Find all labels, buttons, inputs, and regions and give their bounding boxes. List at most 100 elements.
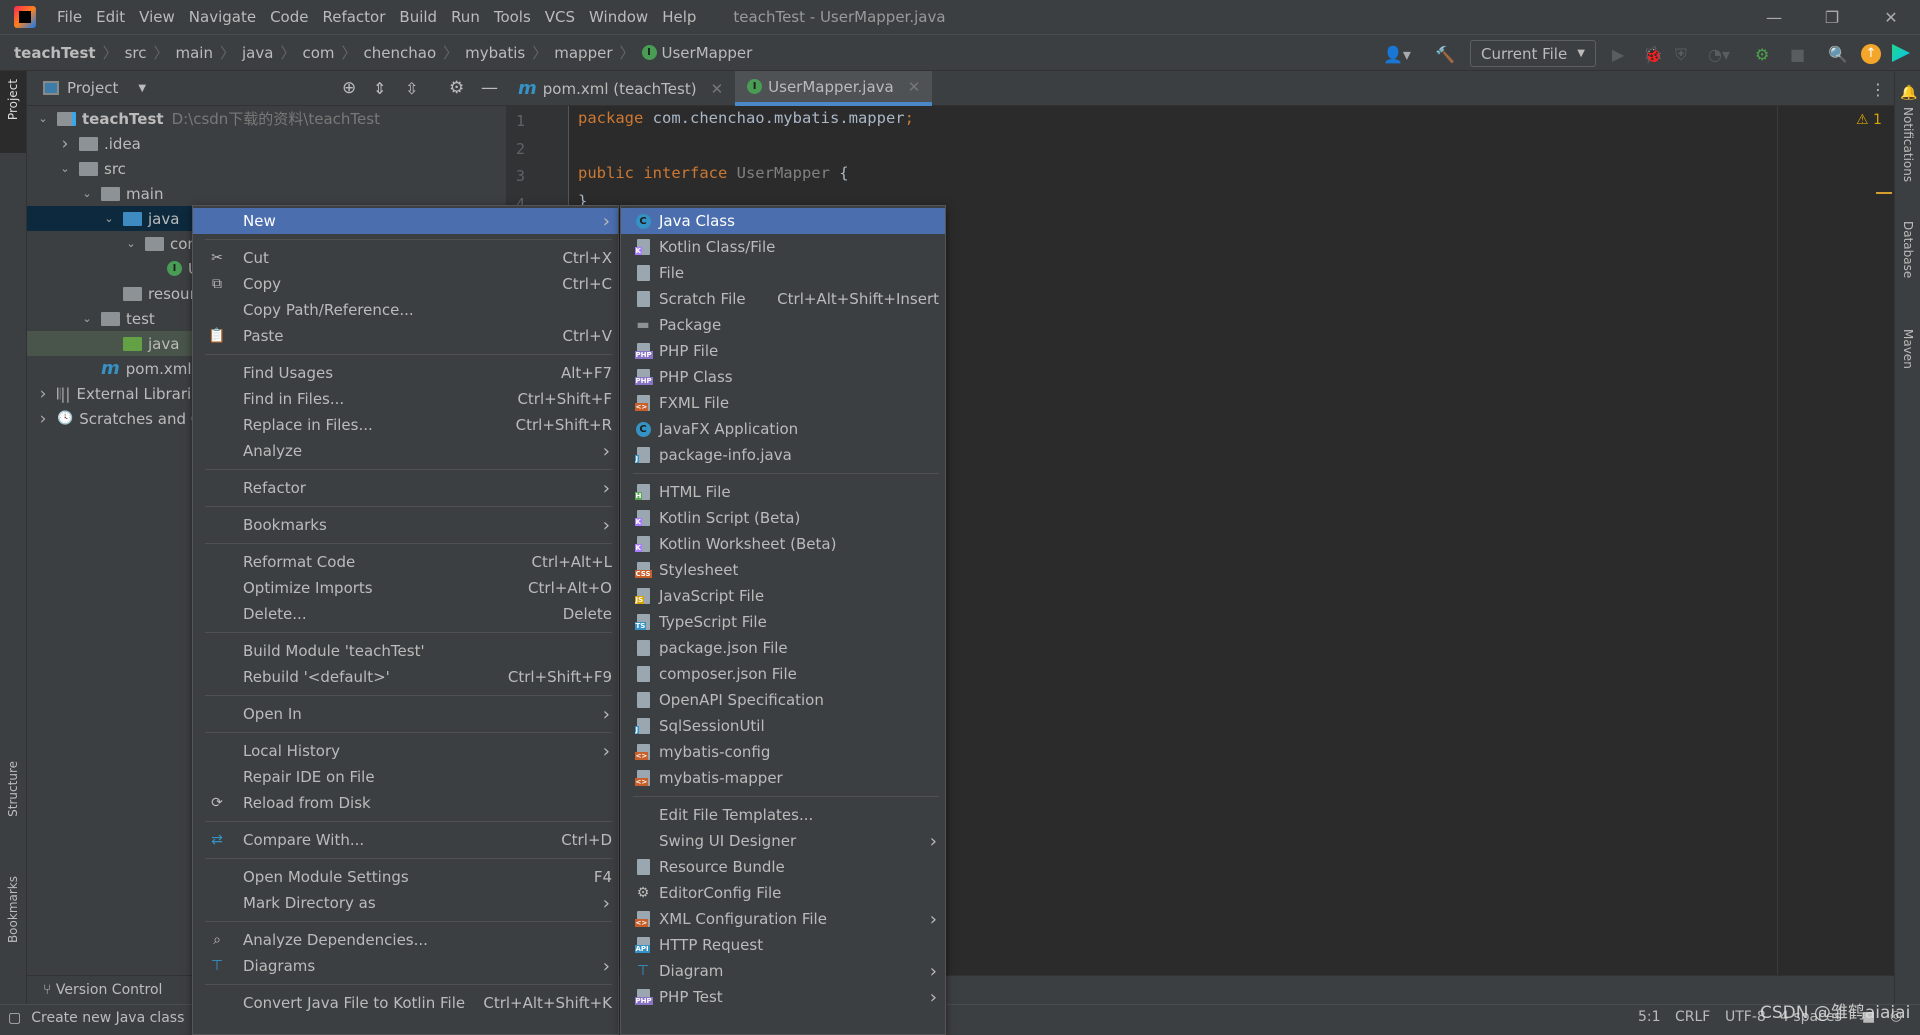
database-tool-button[interactable]: Database [1901,221,1915,278]
menu-item-replace-in-files[interactable]: Replace in Files... Ctrl+Shift+R [193,412,618,438]
menu-item-edit-file-templates[interactable]: Edit File Templates... [621,802,945,828]
menu-item-rebuild-default[interactable]: Rebuild '<default>' Ctrl+Shift+F9 [193,664,618,690]
menu-item-package[interactable]: ▬ Package [621,312,945,338]
debug-icon[interactable]: 🐞 [1643,45,1663,64]
menu-build[interactable]: Build [392,8,444,26]
maven-tool-button[interactable]: Maven [1901,329,1915,369]
menu-item-open-in[interactable]: Open In › [193,701,618,727]
menu-item-mybatis-mapper[interactable]: <> mybatis-mapper [621,765,945,791]
chevron-right-icon[interactable]: › [57,134,73,154]
breadcrumb-usermapper[interactable]: UserMapper [662,44,753,62]
menu-item-package-info-java[interactable]: Jpackage-info.java [621,442,945,468]
minimize-button[interactable]: — [1745,0,1803,35]
menu-item-resource-bundle[interactable]: Resource Bundle [621,854,945,880]
breadcrumb-main[interactable]: main [176,44,213,62]
menu-item-php-file[interactable]: PHP PHP File [621,338,945,364]
chevron-down-icon[interactable]: ⌄ [123,237,139,250]
menu-item-fxml-file[interactable]: <> FXML File [621,390,945,416]
menu-item-find-usages[interactable]: Find Usages Alt+F7 [193,360,618,386]
menu-item-reload-from-disk[interactable]: ⟳ Reload from Disk [193,790,618,816]
menu-item-html-file[interactable]: H HTML File [621,479,945,505]
chevron-right-icon[interactable]: › [35,409,51,429]
warning-stripe-mark[interactable] [1876,192,1892,194]
menu-tools[interactable]: Tools [487,8,538,26]
menu-item-kotlin-class-file[interactable]: K Kotlin Class/File [621,234,945,260]
breadcrumb-chenchao[interactable]: chenchao [364,44,437,62]
breadcrumb-src[interactable]: src [125,44,147,62]
hide-icon[interactable]: — [481,78,498,98]
structure-tool-button[interactable]: Structure [6,761,20,817]
menu-item-build-module-teachtest[interactable]: Build Module 'teachTest' [193,638,618,664]
menu-item-delete[interactable]: Delete... Delete [193,601,618,627]
caret-position[interactable]: 5:1 [1638,1009,1661,1025]
menu-item-analyze[interactable]: Analyze › [193,438,618,464]
chevron-down-icon[interactable]: ⌄ [79,187,95,200]
menu-item-javafx-application[interactable]: C JavaFX Application [621,416,945,442]
project-tool-button[interactable]: Project [6,79,20,120]
menu-item-package-json-file[interactable]: package.json File [621,635,945,661]
chevron-down-icon[interactable]: ⌄ [57,162,73,175]
menu-item-editorconfig-file[interactable]: ⚙ EditorConfig File [621,880,945,906]
menu-item-analyze-dependencies[interactable]: ⌕ Analyze Dependencies... [193,927,618,953]
chevron-down-icon[interactable]: ⌄ [79,312,95,325]
menu-item-find-in-files[interactable]: Find in Files... Ctrl+Shift+F [193,386,618,412]
menu-navigate[interactable]: Navigate [182,8,263,26]
menu-file[interactable]: File [50,8,89,26]
bookmarks-tool-button[interactable]: Bookmarks [6,876,20,943]
menu-item-swing-ui-designer[interactable]: Swing UI Designer › [621,828,945,854]
menu-item-copy-path-reference[interactable]: Copy Path/Reference... [193,297,618,323]
user-icon[interactable]: 👤▾ [1383,45,1411,64]
profile-icon[interactable]: ◔▾ [1708,45,1730,64]
chevron-down-icon[interactable]: ⌄ [35,112,51,125]
close-window-button[interactable]: ✕ [1862,0,1920,35]
menu-item-kotlin-script-beta[interactable]: K Kotlin Script (Beta) [621,505,945,531]
menu-item-reformat-code[interactable]: Reformat Code Ctrl+Alt+L [193,549,618,575]
menu-item-mybatis-config[interactable]: <> mybatis-config [621,739,945,765]
menu-item-diagrams[interactable]: ⊤ Diagrams › [193,953,618,979]
menu-item-scratch-file[interactable]: Scratch File Ctrl+Alt+Shift+Insert [621,286,945,312]
coverage-icon[interactable]: ⛨ [1675,45,1687,65]
menu-item-java-class[interactable]: C Java Class [621,208,945,234]
menu-item-compare-with[interactable]: ⇄ Compare With... Ctrl+D [193,827,618,853]
close-tab-icon[interactable]: ✕ [711,80,724,98]
menu-item-open-module-settings[interactable]: Open Module Settings F4 [193,864,618,890]
attach-debugger-icon[interactable]: ⚙ [1755,45,1769,64]
notifications-tool-button[interactable]: Notifications [1901,107,1915,182]
menu-item-repair-ide-on-file[interactable]: Repair IDE on File [193,764,618,790]
run-icon[interactable]: ▶ [1612,45,1624,64]
breadcrumb-mybatis[interactable]: mybatis [465,44,525,62]
menu-item-optimize-imports[interactable]: Optimize Imports Ctrl+Alt+O [193,575,618,601]
gear-icon[interactable]: ⚙ [449,78,464,98]
menu-item-diagram[interactable]: ⊤ Diagram › [621,958,945,984]
menu-item-xml-configuration-file[interactable]: <> XML Configuration File › [621,906,945,932]
more-options-icon[interactable]: ⋮ [1870,80,1886,99]
tree-item[interactable]: › .idea [27,131,506,156]
menu-item-mark-directory-as[interactable]: Mark Directory as › [193,890,618,916]
breadcrumb-com[interactable]: com [302,44,334,62]
menu-item-bookmarks[interactable]: Bookmarks › [193,512,618,538]
menu-item-php-test[interactable]: PHP PHP Test › [621,984,945,1010]
menu-item-cut[interactable]: ✂ Cut Ctrl+X [193,245,618,271]
menu-code[interactable]: Code [263,8,315,26]
chevron-down-icon[interactable]: ▼ [138,83,146,94]
chevron-right-icon[interactable]: › [35,384,51,404]
menu-item-kotlin-worksheet-beta[interactable]: K Kotlin Worksheet (Beta) [621,531,945,557]
run-configuration-select[interactable]: Current File ▼ [1470,40,1596,67]
menu-item-php-class[interactable]: PHP PHP Class [621,364,945,390]
tab-pom-xml-teachtest-[interactable]: m pom.xml (teachTest) ✕ [506,71,735,106]
menu-item-new[interactable]: New › [193,208,618,234]
tree-item[interactable]: ⌄ teachTest D:\csdn下载的资料\teachTest [27,106,506,131]
menu-item-http-request[interactable]: API HTTP Request [621,932,945,958]
tab-usermapper-java[interactable]: I UserMapper.java ✕ [735,71,933,106]
search-icon[interactable]: 🔍 [1828,45,1848,64]
menu-vcs[interactable]: VCS [538,8,582,26]
menu-item-stylesheet[interactable]: CSS Stylesheet [621,557,945,583]
menu-item-local-history[interactable]: Local History › [193,738,618,764]
close-tab-icon[interactable]: ✕ [908,78,921,96]
warning-indicator[interactable]: ⚠ 1 [1856,112,1882,128]
line-separator[interactable]: CRLF [1675,1009,1710,1025]
menu-item-openapi-specification[interactable]: OpenAPI Specification [621,687,945,713]
version-control-button[interactable]: ⑂ Version Control [43,982,162,998]
menu-item-paste[interactable]: 📋 Paste Ctrl+V [193,323,618,349]
menu-item-convert-java-file-to-kotlin-file[interactable]: Convert Java File to Kotlin File Ctrl+Alt… [193,990,618,1016]
